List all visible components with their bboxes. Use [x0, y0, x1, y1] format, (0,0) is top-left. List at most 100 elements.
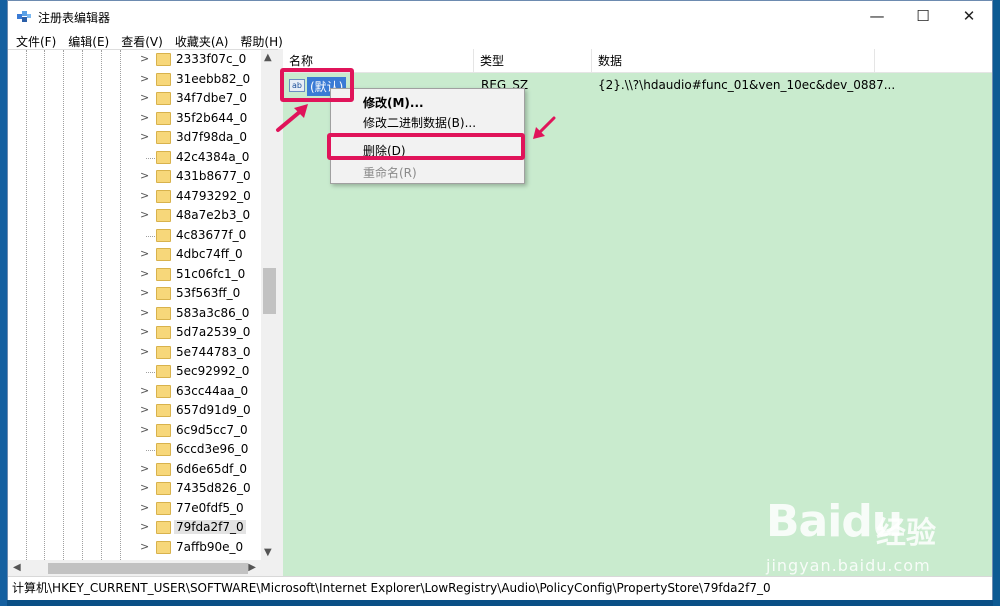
menu-item-rename: 重命名(R)	[363, 166, 417, 180]
chevron-right-icon[interactable]: >	[140, 111, 149, 124]
tree-item[interactable]: 6ccd3e96_0	[8, 440, 261, 460]
chevron-right-icon[interactable]: >	[140, 540, 149, 553]
tree-item-label: 48a7e2b3_0	[176, 208, 251, 222]
column-header-type[interactable]: 类型	[474, 49, 592, 73]
folder-icon	[156, 170, 171, 183]
chevron-right-icon[interactable]: >	[140, 208, 149, 221]
folder-icon	[156, 111, 171, 125]
minimize-button[interactable]: —	[854, 1, 900, 31]
tree-item[interactable]: >4dbc74ff_0	[8, 245, 261, 265]
folder-icon	[156, 521, 171, 534]
tree-item-label: 4c83677f_0	[176, 227, 247, 242]
menu-item-modify-binary[interactable]: 修改二进制数据(B)...	[363, 114, 476, 131]
tree-item-label: 7435d826_0	[176, 481, 251, 495]
chevron-right-icon[interactable]: >	[140, 130, 149, 143]
tree-item[interactable]: >53f563ff_0	[8, 284, 261, 304]
tree-item[interactable]: >2333f07c_0	[8, 50, 261, 70]
desktop-background-left	[0, 0, 7, 606]
tree-item[interactable]: >431b8677_0	[8, 167, 261, 187]
tree-horizontal-scrollbar[interactable]: ◀ ▶	[8, 560, 278, 577]
chevron-right-icon[interactable]: >	[140, 345, 149, 358]
chevron-right-icon[interactable]: >	[140, 267, 149, 280]
chevron-right-icon[interactable]: >	[140, 403, 149, 416]
menu-view[interactable]: 查看(V)	[115, 33, 169, 50]
chevron-right-icon[interactable]: >	[140, 520, 149, 533]
tree-item[interactable]: >48a7e2b3_0	[8, 206, 261, 226]
tree-item[interactable]: >5d7a2539_0	[8, 323, 261, 343]
tree-connector-line	[146, 157, 155, 159]
title-bar[interactable]: 注册表编辑器 — ☐ ✕	[8, 1, 992, 31]
tree-item[interactable]: 4c83677f_0	[8, 226, 261, 246]
tree-item[interactable]: >7435d826_0	[8, 479, 261, 499]
chevron-right-icon[interactable]: >	[140, 189, 149, 202]
chevron-right-icon[interactable]: >	[140, 52, 149, 65]
tree-item[interactable]: >34f7dbe7_0	[8, 89, 261, 109]
folder-icon	[156, 248, 171, 261]
chevron-right-icon[interactable]: >	[140, 72, 149, 85]
watermark-logo-bai: Bai	[766, 496, 842, 547]
chevron-right-icon[interactable]: >	[140, 247, 149, 260]
tree-item-label: 77e0fdf5_0	[176, 500, 244, 515]
tree-item[interactable]: >35f2b644_0	[8, 109, 261, 129]
folder-icon	[156, 384, 171, 398]
chevron-right-icon[interactable]: >	[140, 462, 149, 475]
menu-file[interactable]: 文件(F)	[10, 33, 62, 50]
key-tree-pane: >2333f07c_0 >31eebb82_0 >34f7dbe7_0 >35f2b6…	[8, 49, 278, 577]
chevron-right-icon[interactable]: >	[140, 481, 149, 494]
key-tree: >2333f07c_0 >31eebb82_0 >34f7dbe7_0 >35f2b6…	[8, 50, 261, 560]
scroll-down-icon[interactable]: ▼	[264, 547, 272, 558]
tree-item-label: 2333f07c_0	[176, 52, 247, 66]
column-header-data[interactable]: 数据	[592, 49, 875, 73]
close-button[interactable]: ✕	[946, 1, 992, 31]
chevron-right-icon[interactable]: >	[140, 169, 149, 182]
tree-item[interactable]: >44793292_0	[8, 187, 261, 207]
scroll-thumb[interactable]	[263, 268, 276, 314]
tree-item-label: 51c06fc1_0	[176, 266, 246, 281]
chevron-right-icon[interactable]: >	[140, 384, 149, 397]
chevron-right-icon[interactable]: >	[140, 286, 149, 299]
tree-item[interactable]: >63cc44aa_0	[8, 382, 261, 402]
tree-item[interactable]: >7affb90e_0	[8, 538, 261, 558]
menu-item-modify[interactable]: 修改(M)...	[363, 94, 424, 111]
value-data: {2}.\\?\hdaudio#func_01&ven_10ec&dev_088…	[598, 78, 896, 92]
menu-edit[interactable]: 编辑(E)	[62, 33, 115, 50]
menu-favorites[interactable]: 收藏夹(A)	[169, 33, 235, 50]
tree-connector-line	[146, 372, 155, 373]
tree-item-label: 31eebb82_0	[176, 71, 251, 86]
folder-icon	[156, 326, 171, 339]
tree-item[interactable]: >79fda2f7_0	[8, 518, 261, 538]
tree-item-label: 34f7dbe7_0	[176, 91, 248, 105]
tree-item[interactable]: >77e0fdf5_0	[8, 499, 261, 519]
folder-icon	[156, 501, 171, 515]
scroll-right-icon[interactable]: ▶	[248, 562, 256, 573]
maximize-button[interactable]: ☐	[900, 1, 946, 31]
tree-item[interactable]: 5ec92992_0	[8, 362, 261, 382]
tree-item[interactable]: >3d7f98da_0	[8, 128, 261, 148]
tree-item[interactable]: >31eebb82_0	[8, 70, 261, 90]
tree-item[interactable]: >6d6e65df_0	[8, 460, 261, 480]
chevron-right-icon[interactable]: >	[140, 91, 149, 104]
chevron-right-icon[interactable]: >	[140, 306, 149, 319]
tree-item[interactable]: >5e744783_0	[8, 343, 261, 363]
tree-item-label: 6c9d5cc7_0	[176, 422, 248, 437]
folder-icon	[156, 131, 171, 144]
menu-help[interactable]: 帮助(H)	[234, 33, 288, 50]
tree-item[interactable]: >51c06fc1_0	[8, 265, 261, 285]
folder-icon	[156, 365, 171, 378]
tree-item[interactable]: >6c9d5cc7_0	[8, 421, 261, 441]
tree-item[interactable]: 42c4384a_0	[8, 148, 261, 168]
chevron-right-icon[interactable]: >	[140, 325, 149, 338]
desktop-background-right	[993, 0, 1000, 606]
tree-item-label: 42c4384a_0	[176, 149, 250, 164]
tree-item-label: 657d91d9_0	[176, 403, 251, 417]
highlight-box-value-name	[280, 68, 354, 102]
tree-item[interactable]: >657d91d9_0	[8, 401, 261, 421]
folder-icon	[156, 306, 171, 320]
window-title: 注册表编辑器	[38, 11, 111, 25]
chevron-right-icon[interactable]: >	[140, 501, 149, 514]
scroll-up-icon[interactable]: ▲	[264, 52, 272, 63]
chevron-right-icon[interactable]: >	[140, 423, 149, 436]
scroll-thumb[interactable]	[48, 563, 248, 574]
scroll-left-icon[interactable]: ◀	[13, 562, 21, 573]
tree-item[interactable]: >583a3c86_0	[8, 304, 261, 324]
